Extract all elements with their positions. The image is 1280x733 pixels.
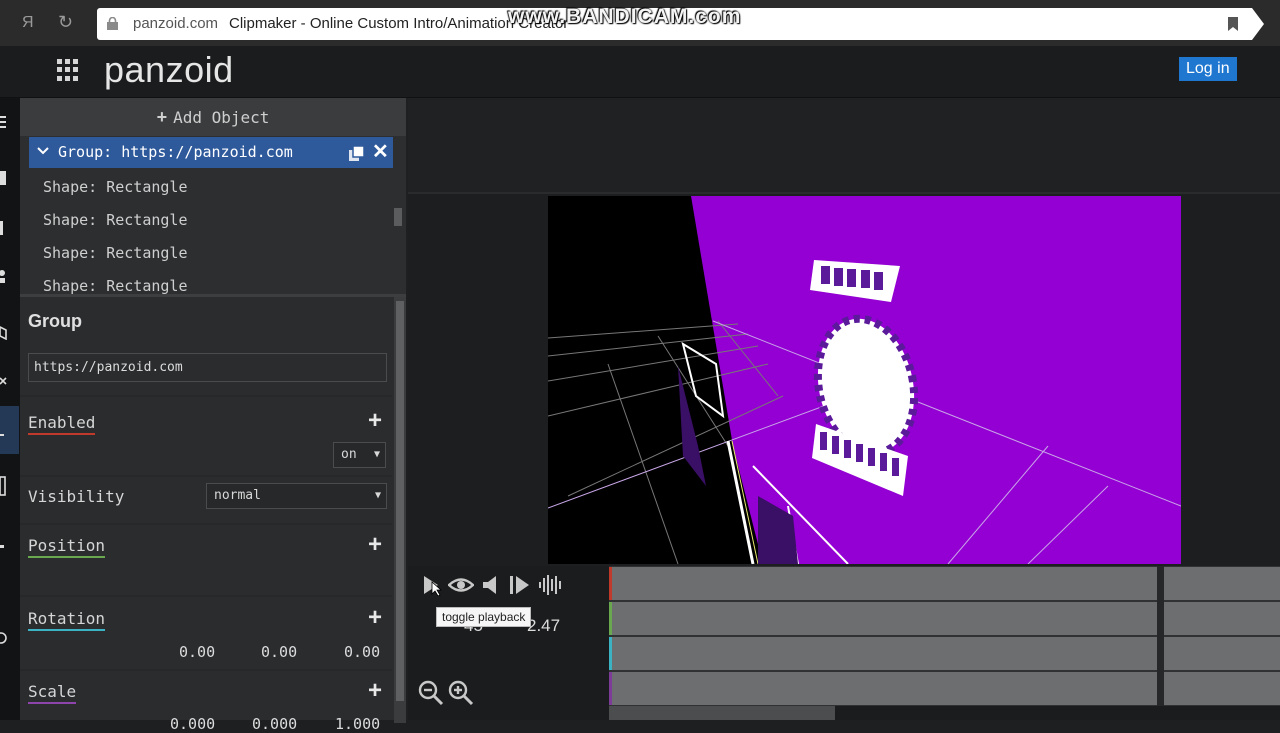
- rotation-z-value[interactable]: 0.00: [344, 643, 380, 661]
- playhead[interactable]: [1157, 566, 1164, 706]
- track-marker: [609, 637, 612, 670]
- position-label: Position: [28, 536, 106, 558]
- list-item[interactable]: Shape: Rectangle: [43, 178, 188, 196]
- list-item[interactable]: Shape: Rectangle: [43, 277, 188, 295]
- rotation-x-value[interactable]: 0.00: [179, 643, 215, 661]
- visibility-select[interactable]: normal ▼: [206, 483, 387, 509]
- preview-area: [408, 98, 1280, 566]
- dot-icon[interactable]: [0, 544, 8, 550]
- add-object-button[interactable]: + Add Object: [20, 98, 406, 136]
- user-icon[interactable]: [0, 268, 8, 284]
- logo[interactable]: panzoid: [104, 49, 234, 91]
- enabled-select-value: on: [341, 447, 357, 462]
- timeline-scrollbar[interactable]: [609, 706, 1280, 720]
- browser-menu-button[interactable]: Я: [22, 14, 34, 32]
- recording-watermark: www.BANDICAM.com: [508, 5, 742, 28]
- time-total: 2.47: [527, 616, 561, 635]
- zoom-out-icon[interactable]: [418, 680, 444, 706]
- object-list-panel: + Add Object Group: https://panzoid.com ✕…: [20, 98, 406, 295]
- url-domain: panzoid.com: [133, 15, 219, 32]
- tooltip: toggle playback: [436, 607, 532, 627]
- timeline-controls: 45 2.47 toggle playback: [408, 566, 609, 720]
- play-icon[interactable]: [422, 574, 442, 596]
- tool-strip: [0, 98, 20, 720]
- volume-icon[interactable]: [482, 574, 500, 596]
- properties-panel: Group https://panzoid.com Enabled + on ▼ …: [20, 294, 406, 733]
- track-marker: [609, 602, 612, 635]
- page-icon[interactable]: [0, 220, 8, 236]
- properties-title: Group: [28, 311, 82, 331]
- scale-x-value[interactable]: 0.000: [170, 715, 215, 733]
- list-scrollbar[interactable]: [394, 208, 402, 226]
- rotation-add-icon[interactable]: +: [368, 606, 382, 630]
- zoom-in-icon[interactable]: [448, 680, 474, 706]
- list-item[interactable]: Shape: Rectangle: [43, 244, 188, 262]
- close-strip-icon[interactable]: [0, 376, 8, 390]
- login-button[interactable]: Log in: [1179, 57, 1237, 81]
- group-item-label: Group: https://panzoid.com: [58, 143, 293, 161]
- reload-icon[interactable]: ↻: [58, 12, 73, 33]
- divider: [20, 395, 392, 397]
- tick-icon[interactable]: [0, 430, 8, 440]
- track-marker: [609, 672, 612, 705]
- close-icon[interactable]: ✕: [372, 137, 389, 168]
- properties-scrollbar[interactable]: [394, 297, 406, 723]
- app-header: panzoid Log in: [0, 46, 1280, 98]
- eye-icon[interactable]: [448, 574, 474, 596]
- scale-add-icon[interactable]: +: [368, 679, 382, 703]
- visibility-label: Visibility: [28, 487, 125, 506]
- preview-canvas[interactable]: [548, 196, 1181, 564]
- visibility-select-value: normal: [214, 488, 261, 503]
- add-object-label: Add Object: [173, 108, 270, 127]
- position-add-icon[interactable]: +: [368, 533, 382, 557]
- scale-label: Scale: [28, 682, 77, 704]
- circle-icon[interactable]: [0, 630, 8, 646]
- divider: [20, 475, 392, 477]
- cube-icon[interactable]: [0, 324, 8, 340]
- track-marker: [609, 567, 612, 600]
- divider: [20, 595, 392, 597]
- menu-icon[interactable]: [0, 114, 8, 130]
- scrollbar-thumb[interactable]: [396, 301, 404, 701]
- track-row[interactable]: [609, 672, 1280, 705]
- copy-icon[interactable]: [349, 146, 364, 161]
- caret-down-icon: ▼: [374, 490, 381, 501]
- track-row[interactable]: [609, 602, 1280, 635]
- group-name-field[interactable]: https://panzoid.com: [28, 353, 387, 382]
- timeline-scroll-thumb[interactable]: [609, 706, 835, 720]
- timeline-tracks[interactable]: [609, 566, 1280, 720]
- enabled-select[interactable]: on ▼: [333, 442, 386, 468]
- selected-group-item[interactable]: Group: https://panzoid.com ✕: [29, 137, 393, 168]
- caret-down-icon: ▼: [373, 449, 380, 460]
- file-icon[interactable]: [0, 170, 8, 186]
- scale-y-value[interactable]: 0.000: [252, 715, 297, 733]
- plus-icon: +: [156, 107, 168, 127]
- browser-toolbar: Я ↻ panzoid.com Clipmaker - Online Custo…: [0, 0, 1280, 46]
- preview-toolbar-space: [408, 98, 1280, 194]
- waveform-icon[interactable]: [538, 574, 564, 596]
- enabled-add-icon[interactable]: +: [368, 409, 382, 433]
- divider: [20, 523, 392, 525]
- scale-z-value[interactable]: 1.000: [335, 715, 380, 733]
- divider: [20, 669, 392, 671]
- step-forward-icon[interactable]: [508, 574, 530, 596]
- lock-icon: [107, 17, 118, 30]
- track-row[interactable]: [609, 567, 1280, 600]
- doc-icon[interactable]: [0, 476, 8, 496]
- apps-grid-icon[interactable]: [57, 59, 79, 81]
- rotation-label: Rotation: [28, 609, 106, 631]
- chevron-down-icon[interactable]: [37, 147, 49, 155]
- track-row[interactable]: [609, 637, 1280, 670]
- list-item[interactable]: Shape: Rectangle: [43, 211, 188, 229]
- enabled-label: Enabled: [28, 413, 96, 435]
- bookmark-icon[interactable]: [1228, 17, 1238, 31]
- rotation-y-value[interactable]: 0.00: [261, 643, 297, 661]
